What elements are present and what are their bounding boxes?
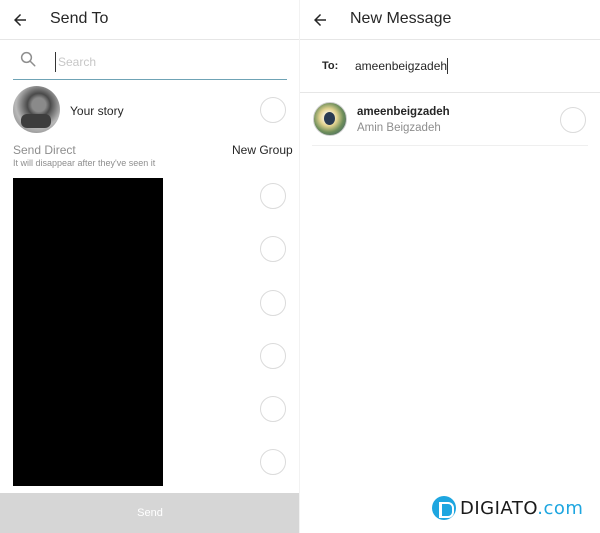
page-title: Send To xyxy=(50,10,109,27)
brand-name: DIGIATO xyxy=(460,498,538,519)
digiato-watermark: DIGIATO.com xyxy=(432,496,592,520)
recipient-select-circle[interactable] xyxy=(260,449,286,475)
your-story-row[interactable]: Your story xyxy=(13,86,287,134)
recipient-select-circle[interactable] xyxy=(260,396,286,422)
recipient-select-circle[interactable] xyxy=(260,290,286,316)
back-arrow-icon[interactable] xyxy=(11,11,29,29)
text-cursor xyxy=(447,58,448,74)
page-title: New Message xyxy=(350,10,452,27)
your-story-select-circle[interactable] xyxy=(260,97,286,123)
to-label: To: xyxy=(322,60,339,72)
search-result-row[interactable]: ameenbeigzadeh Amin Beigzadeh xyxy=(312,96,588,146)
digiato-logo-text: DIGIATO.com xyxy=(460,498,583,519)
digiato-logo-icon xyxy=(432,496,456,520)
search-bar xyxy=(13,46,287,80)
recipient-select-circle[interactable] xyxy=(260,343,286,369)
result-select-circle[interactable] xyxy=(560,107,586,133)
send-button-label: Send xyxy=(137,507,163,519)
recipient-select-circle[interactable] xyxy=(260,183,286,209)
redacted-recipient-list xyxy=(13,178,163,486)
result-full-name: Amin Beigzadeh xyxy=(357,122,441,134)
search-icon xyxy=(20,51,36,67)
to-field-row: To: xyxy=(300,40,600,93)
avatar xyxy=(13,86,60,133)
send-to-screen: Send To Your story Send Direct It will d… xyxy=(0,0,300,533)
new-group-button[interactable]: New Group xyxy=(232,143,293,157)
your-story-label: Your story xyxy=(70,104,124,118)
send-button[interactable]: Send xyxy=(0,493,300,533)
send-to-header: Send To xyxy=(0,0,300,40)
brand-suffix: .com xyxy=(537,498,584,519)
back-arrow-icon[interactable] xyxy=(311,11,329,29)
avatar xyxy=(313,102,347,136)
result-username: ameenbeigzadeh xyxy=(357,106,450,118)
send-direct-title: Send Direct xyxy=(13,143,76,157)
new-message-header: New Message xyxy=(300,0,600,40)
send-direct-subtitle: It will disappear after they've seen it xyxy=(13,158,156,168)
search-input[interactable] xyxy=(55,52,275,72)
recipient-select-circle[interactable] xyxy=(260,236,286,262)
new-message-screen: New Message To: ameenbeigzadeh Amin Beig… xyxy=(300,0,600,533)
to-input[interactable] xyxy=(355,56,575,76)
